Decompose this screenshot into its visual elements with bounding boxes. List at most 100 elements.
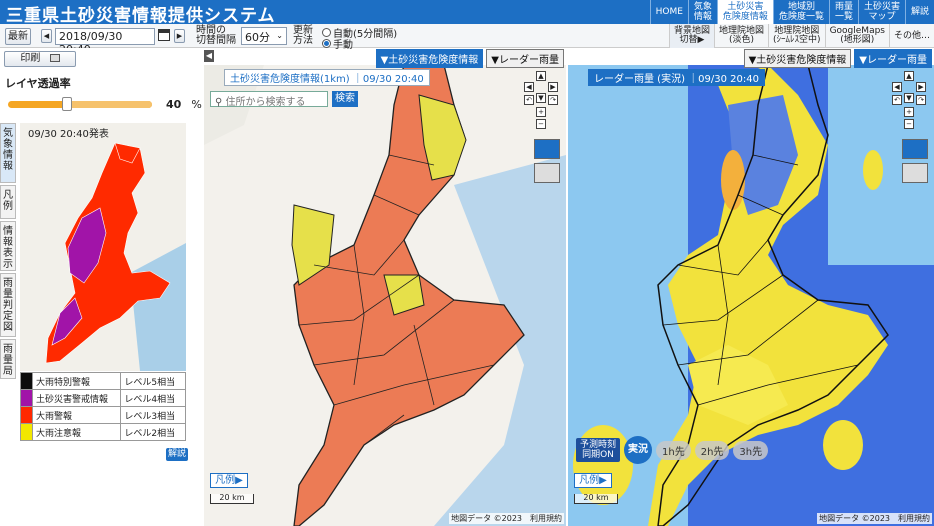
interval-select[interactable]: 60分 ⌄ [241,27,287,45]
nav-rainfall-list[interactable]: 雨量 一覧 [828,0,858,24]
search-button[interactable]: 検索 [332,91,358,107]
basemap-toggle[interactable]: 背景地図 切替▶ [669,24,715,48]
pan-up-icon[interactable]: ▲ [904,71,914,81]
next-time-button[interactable]: ▶ [174,29,185,43]
forecast-time-selector: 予測時刻 同期ON 実況 1h先 2h先 3h先 [576,436,769,464]
split-view-icon[interactable] [902,139,928,159]
zoom-out-icon[interactable]: − [904,119,914,129]
basemap-gsi-pale[interactable]: 地理院地図 (淡色) [714,24,768,48]
tab-legend[interactable]: 凡例 [0,185,16,219]
single-view-icon[interactable] [902,163,928,183]
opacity-label: レイヤ透過率 [5,77,71,90]
collapse-panel-button[interactable]: ◀ [204,50,214,62]
mie-prefecture-overview-svg [20,123,186,371]
legend-name: 大雨特別警報 [31,372,122,390]
print-label: 印刷 [20,53,41,64]
right-pane-tabs: ▼土砂災害危険度情報 ▼レーダー雨量 [743,49,932,68]
zoom-out-icon[interactable]: − [536,119,546,129]
tab-landslide-risk[interactable]: ▼土砂災害危険度情報 [375,49,484,68]
legend-level: レベル3相当 [120,406,186,424]
map-attribution[interactable]: 地図データ ©2023 利用規約 [449,513,564,524]
pan-right-icon[interactable]: ▶ [548,82,558,92]
legend-name: 大雨注意報 [31,423,122,441]
tab-radar-rain[interactable]: ▼レーダー雨量 [854,49,932,68]
left-pane-tabs: ▼土砂災害危険度情報 ▼レーダー雨量 [375,49,564,68]
nav-landslide-map[interactable]: 土砂災害 マップ [857,0,905,24]
map-scale-bar: 20 km [574,494,618,504]
update-method-label: 更新 方法 [293,25,313,46]
calendar-icon[interactable] [158,29,170,41]
toolbar: 最新 ◀ 2018/09/30 20:40 ▶ 時間の 切替間隔 60分 ⌄ 更… [0,24,934,56]
datetime-display: 2018/09/30 20:40 [55,28,155,56]
pan-left-icon[interactable]: ◀ [524,82,534,92]
forecast-sync-toggle[interactable]: 予測時刻 同期ON [576,438,621,462]
tab-landslide-risk[interactable]: ▼土砂災害危険度情報 [743,49,852,68]
rotate-left-icon[interactable]: ↶ [892,95,902,105]
map-legend-button[interactable]: 凡例▶ [210,473,248,488]
nav-weather-info[interactable]: 気象 情報 [687,0,717,24]
tab-info-display[interactable]: 情報表示 [0,221,16,271]
legend-help-button[interactable]: 解説 [166,448,188,461]
opacity-slider[interactable] [8,101,152,108]
prev-time-button[interactable]: ◀ [41,29,52,43]
rotate-left-icon[interactable]: ↶ [524,95,534,105]
print-button[interactable]: 印刷 [4,51,76,67]
nav-help[interactable]: 解説 [904,0,934,24]
legend-swatch [20,389,33,407]
basemap-gsi-aerial[interactable]: 地理院地図 (ｼｰﾑﾚｽ空中) [768,24,825,48]
map-scale-bar: 20 km [210,494,254,504]
app-title: 三重県土砂災害情報提供システム [6,6,276,26]
landslide-risk-map-svg [204,65,566,526]
nav-landslide-risk[interactable]: 土砂災害 危険度情報 [716,0,773,24]
legend-row: 大雨警報 レベル3相当 [20,406,186,424]
map-legend-button[interactable]: 凡例▶ [574,473,612,488]
nav-home[interactable]: HOME [649,0,688,24]
forecast-2h-button[interactable]: 2h先 [694,440,730,460]
rotate-right-icon[interactable]: ↷ [916,95,926,105]
top-nav: HOME 気象 情報 土砂災害 危険度情報 地域別 危険度一覧 雨量 一覧 土砂… [649,0,934,24]
nav-regional-risk-list[interactable]: 地域別 危険度一覧 [772,0,829,24]
legend-swatch [20,406,33,424]
zoom-in-icon[interactable]: + [536,107,546,117]
landslide-risk-map[interactable]: 土砂災害危険度情報(1km) ｜09/30 20:40 ⚲ 住所から検索する 検… [204,65,566,526]
radio-selected-icon [322,39,331,48]
radar-rain-map[interactable]: レーダー雨量 (実況) ｜09/30 20:40 ▲ ◀ ▶ ▼ ↶ ↷ + −… [568,65,934,526]
map-layer-title: レーダー雨量 (実況) ｜09/30 20:40 [588,69,765,86]
address-search-input[interactable]: ⚲ 住所から検索する [210,91,328,108]
warning-overview-map: 09/30 20:40発表 [20,123,186,371]
tab-weather-info[interactable]: 気象情報 [0,123,16,183]
opacity-value: 40% [166,98,202,111]
legend-level: レベル5相当 [120,372,186,390]
zoom-in-icon[interactable]: + [904,107,914,117]
split-view-icon[interactable] [534,139,560,159]
legend-swatch [20,423,33,441]
printer-icon [49,54,60,62]
pan-right-icon[interactable]: ▶ [916,82,926,92]
pan-down-icon[interactable]: ▼ [536,93,546,103]
legend-level: レベル4相当 [120,389,186,407]
basemap-google-terrain[interactable]: GoogleMaps (地形図) [824,24,889,48]
forecast-3h-button[interactable]: 3h先 [733,440,769,460]
map-attribution[interactable]: 地図データ ©2023 利用規約 [817,513,932,524]
latest-button[interactable]: 最新 [5,28,31,45]
rotate-right-icon[interactable]: ↷ [548,95,558,105]
pan-left-icon[interactable]: ◀ [892,82,902,92]
legend-name: 土砂災害警戒情報 [31,389,122,407]
tab-rainfall-chart[interactable]: 雨量判定図 [0,273,16,337]
tab-radar-rain[interactable]: ▼レーダー雨量 [486,49,564,68]
legend-level: レベル2相当 [120,423,186,441]
radar-rain-map-pane: ▼土砂災害危険度情報 ▼レーダー雨量 レーダー雨量 (実況) ｜09/30 20… [568,48,934,526]
basemap-switcher: 背景地図 切替▶ 地理院地図 (淡色) 地理院地図 (ｼｰﾑﾚｽ空中) Goog… [669,24,934,48]
tab-rain-stations[interactable]: 雨量局 [0,339,16,379]
forecast-1h-button[interactable]: 1h先 [656,440,691,460]
left-panel: 印刷 レイヤ透過率 40% 気象情報 凡例 情報表示 雨量判定図 雨量局 09/… [0,48,204,526]
pan-up-icon[interactable]: ▲ [536,71,546,81]
pan-down-icon[interactable]: ▼ [904,93,914,103]
header-bar: 三重県土砂災害情報提供システム HOME 気象 情報 土砂災害 危険度情報 地域… [0,0,934,26]
basemap-other[interactable]: その他… [888,24,934,48]
overview-issue-time: 09/30 20:40発表 [28,129,109,140]
chevron-down-icon: ⌄ [276,31,283,40]
forecast-now-button[interactable]: 実況 [624,436,653,464]
opacity-slider-handle[interactable] [62,97,72,111]
single-view-icon[interactable] [534,163,560,183]
